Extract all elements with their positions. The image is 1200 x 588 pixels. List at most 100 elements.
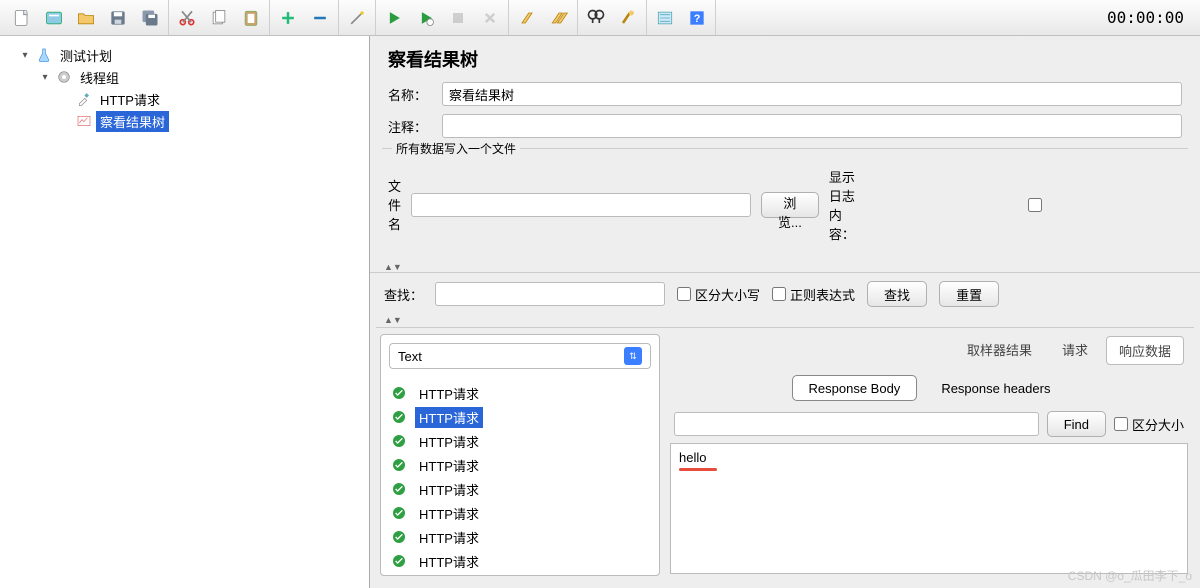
result-item[interactable]: HTTP请求	[391, 477, 649, 501]
templates-icon[interactable]	[40, 4, 68, 32]
result-label: HTTP请求	[415, 407, 483, 428]
result-label: HTTP请求	[415, 383, 483, 404]
svg-text:?: ?	[694, 13, 701, 25]
result-label: HTTP请求	[415, 527, 483, 548]
chevron-down-icon[interactable]: ▾	[18, 50, 32, 61]
clear-icon[interactable]	[513, 4, 541, 32]
search-input[interactable]	[435, 282, 665, 306]
file-label: 文件名	[388, 176, 401, 233]
chevron-down-icon[interactable]: ▾	[38, 72, 52, 83]
run-icon[interactable]	[380, 4, 408, 32]
open-icon[interactable]	[72, 4, 100, 32]
tab-response[interactable]: 响应数据	[1106, 336, 1184, 365]
case-checkbox[interactable]: 区分大小写	[677, 285, 760, 304]
result-item[interactable]: HTTP请求	[391, 501, 649, 525]
stop-icon[interactable]	[444, 4, 472, 32]
test-plan-tree[interactable]: ▾ 测试计划 ▾ 线程组 HTTP请求 察看结果树	[0, 36, 370, 588]
result-label: HTTP请求	[415, 479, 483, 500]
result-item[interactable]: HTTP请求	[391, 573, 649, 575]
tree-http-request[interactable]: HTTP请求	[4, 88, 365, 110]
dropper-icon	[76, 91, 92, 107]
cut-icon[interactable]	[173, 4, 201, 32]
paste-icon[interactable]	[237, 4, 265, 32]
save-icon[interactable]	[104, 4, 132, 32]
watermark: CSDN @o_瓜田李下_o	[1068, 567, 1192, 584]
response-body[interactable]: hello	[670, 443, 1188, 574]
success-icon	[391, 457, 407, 473]
result-tree: Text ⇅ HTTP请求HTTP请求HTTP请求HTTP请求HTTP请求HTT…	[380, 334, 660, 576]
success-icon	[391, 529, 407, 545]
plus-icon[interactable]	[274, 4, 302, 32]
response-text: hello	[679, 450, 706, 465]
search-label: 查找：	[384, 285, 423, 304]
result-list[interactable]: HTTP请求HTTP请求HTTP请求HTTP请求HTTP请求HTTP请求HTTP…	[381, 377, 659, 575]
result-item[interactable]: HTTP请求	[391, 381, 649, 405]
subtab-headers[interactable]: Response headers	[925, 375, 1066, 401]
success-icon	[391, 385, 407, 401]
detail-pane: 取样器结果 请求 响应数据 Response Body Response hea…	[668, 334, 1190, 576]
find-button[interactable]: Find	[1047, 411, 1106, 437]
run-no-timer-icon[interactable]	[412, 4, 440, 32]
save-all-icon[interactable]	[136, 4, 164, 32]
result-item[interactable]: HTTP请求	[391, 405, 649, 429]
chevron-updown-icon: ⇅	[624, 347, 642, 365]
copy-icon[interactable]	[205, 4, 233, 32]
clear-all-icon[interactable]	[545, 4, 573, 32]
panel-title: 察看结果树	[370, 36, 1200, 78]
show-log-label: 显示日志内容：	[829, 167, 855, 243]
tree-test-plan[interactable]: ▾ 测试计划	[4, 44, 365, 66]
toolbar: ? 00:00:00	[0, 0, 1200, 36]
tree-label: 测试计划	[56, 45, 116, 66]
result-label: HTTP请求	[415, 503, 483, 524]
name-input[interactable]	[442, 82, 1182, 106]
result-item[interactable]: HTTP请求	[391, 453, 649, 477]
result-label: HTTP请求	[415, 551, 483, 572]
find-case-checkbox[interactable]: 区分大小	[1114, 412, 1184, 436]
result-item[interactable]: HTTP请求	[391, 525, 649, 549]
only-error-checkbox[interactable]: 仅错误日志	[865, 157, 1200, 252]
flask-icon	[36, 47, 52, 63]
fieldset-legend: 所有数据写入一个文件	[392, 140, 520, 157]
search-icon[interactable]	[582, 4, 610, 32]
result-item[interactable]: HTTP请求	[391, 429, 649, 453]
subtab-body[interactable]: Response Body	[792, 375, 918, 401]
collapse-handle[interactable]: ▲▼	[370, 315, 1200, 325]
tab-request[interactable]: 请求	[1050, 336, 1100, 365]
wand-icon[interactable]	[343, 4, 371, 32]
elapsed-timer: 00:00:00	[1107, 8, 1196, 27]
minus-icon[interactable]	[306, 4, 334, 32]
browse-button[interactable]: 浏览...	[761, 192, 819, 218]
gear-icon	[56, 69, 72, 85]
success-icon	[391, 553, 407, 569]
tree-label: 线程组	[76, 67, 123, 88]
collapse-handle[interactable]: ▲▼	[370, 262, 1200, 272]
filename-input[interactable]	[411, 193, 751, 217]
comment-input[interactable]	[442, 114, 1182, 138]
renderer-select[interactable]: Text ⇅	[389, 343, 651, 369]
content-pane: 察看结果树 名称： 注释： 所有数据写入一个文件 文件名 浏览... 显示日志内…	[370, 36, 1200, 588]
result-label: HTTP请求	[415, 431, 483, 452]
name-label: 名称：	[388, 85, 434, 104]
search-button[interactable]: 查找	[867, 281, 927, 307]
success-icon	[391, 505, 407, 521]
search-bar: 查找： 区分大小写 正则表达式 查找 重置	[370, 272, 1200, 315]
tab-sampler[interactable]: 取样器结果	[955, 336, 1044, 365]
result-item[interactable]: HTTP请求	[391, 549, 649, 573]
comment-label: 注释：	[388, 117, 434, 136]
new-icon[interactable]	[8, 4, 36, 32]
result-label: HTTP请求	[415, 455, 483, 476]
find-input[interactable]	[674, 412, 1039, 436]
results-icon	[76, 113, 92, 129]
regex-checkbox[interactable]: 正则表达式	[772, 285, 855, 304]
search-reset-icon[interactable]	[614, 4, 642, 32]
success-icon	[391, 481, 407, 497]
success-icon	[391, 409, 407, 425]
file-output-group: 所有数据写入一个文件 文件名 浏览... 显示日志内容： 仅错误日志 仅成	[382, 148, 1188, 256]
reset-button[interactable]: 重置	[939, 281, 999, 307]
tree-thread-group[interactable]: ▾ 线程组	[4, 66, 365, 88]
help-icon[interactable]: ?	[683, 4, 711, 32]
function-icon[interactable]	[651, 4, 679, 32]
tree-label: HTTP请求	[96, 89, 164, 110]
tree-view-results[interactable]: 察看结果树	[4, 110, 365, 132]
shutdown-icon[interactable]	[476, 4, 504, 32]
